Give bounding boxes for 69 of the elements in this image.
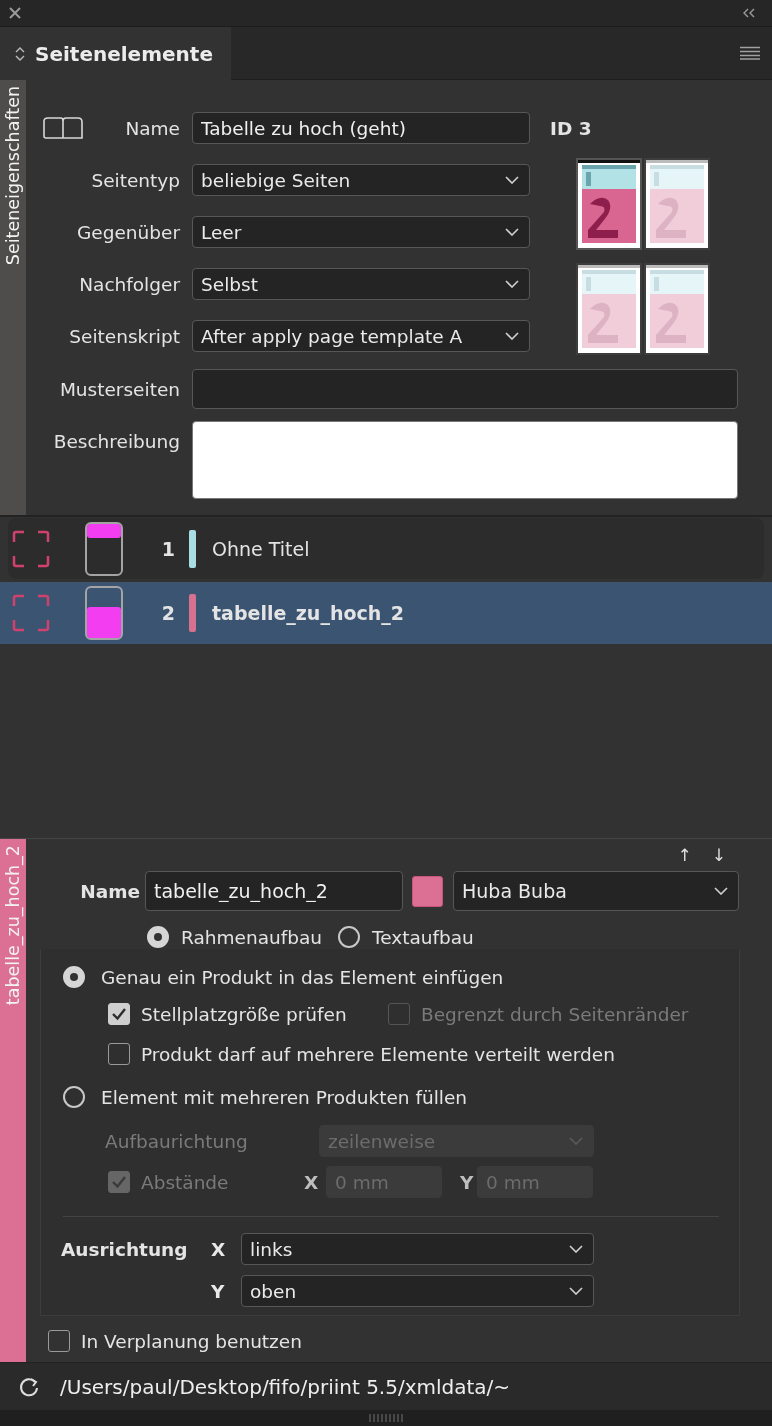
field-label: Name xyxy=(125,117,180,139)
move-up-button[interactable]: ↑ xyxy=(673,843,696,867)
checkbox[interactable] xyxy=(48,1330,70,1352)
radio-label: Element mit mehreren Produkten füllen xyxy=(101,1086,468,1108)
page-thumbnail[interactable] xyxy=(578,160,640,248)
dropdown[interactable]: oben xyxy=(241,1275,594,1307)
field-label: Ausrichtung xyxy=(61,1238,189,1260)
chevron-icon xyxy=(569,1137,583,1145)
path-text: /Users/paul/Desktop/fifo/priint 5.5/xmldata/~ xyxy=(60,1374,511,1399)
close-icon[interactable] xyxy=(8,6,22,20)
axis-label: X xyxy=(304,1171,320,1193)
list-row[interactable]: 1 Ohne Titel xyxy=(8,518,764,579)
chevron-icon xyxy=(505,228,519,236)
radio-button[interactable] xyxy=(63,1086,85,1108)
field-label: Musterseiten xyxy=(59,378,180,400)
move-down-button[interactable]: ↓ xyxy=(707,843,730,867)
axis-label: X xyxy=(211,1238,227,1260)
field-label: Nachfolger xyxy=(79,273,180,295)
chevron-icon xyxy=(569,1245,583,1253)
chevron-icon xyxy=(714,887,728,895)
panel-tab[interactable]: Seitenelemente xyxy=(0,27,231,80)
radio-button[interactable] xyxy=(63,966,85,988)
axis-label: Y xyxy=(460,1171,475,1193)
dropdown[interactable]: Huba Buba xyxy=(453,871,739,911)
dropdown[interactable]: After apply page template A xyxy=(192,320,530,352)
field-label: Name xyxy=(79,880,140,902)
book-icon xyxy=(42,116,84,140)
chevron-icon xyxy=(505,280,519,288)
field-label: Seitentyp xyxy=(91,169,180,191)
list-row[interactable]: 2 tabelle_zu_hoch_2 xyxy=(0,582,772,644)
field-label: Beschreibung xyxy=(53,431,180,452)
radio-label: Textaufbau xyxy=(372,926,474,948)
field-label: Aufbaurichtung xyxy=(105,1130,249,1152)
dropdown[interactable]: Leer xyxy=(192,216,530,248)
color-swatch[interactable] xyxy=(412,875,443,907)
id-label: ID 3 xyxy=(550,116,593,141)
radio-label: Rahmenaufbau xyxy=(181,926,323,948)
resize-grip-icon[interactable] xyxy=(368,1414,404,1422)
collapse-icon[interactable] xyxy=(742,8,756,18)
dropdown[interactable]: links xyxy=(241,1233,594,1265)
menu-icon[interactable] xyxy=(740,46,760,60)
field-label: Seitenskript xyxy=(69,325,180,347)
radio-button[interactable] xyxy=(147,926,169,948)
axis-label: Y xyxy=(211,1280,226,1302)
radio-label: Genau ein Produkt in das Element einfügen xyxy=(101,966,504,988)
dropdown[interactable]: Selbst xyxy=(192,268,530,300)
text-field[interactable]: Tabelle zu hoch (geht) xyxy=(192,112,530,144)
frame-icon xyxy=(12,529,50,568)
updown-icon xyxy=(15,45,25,62)
field-label: Gegenüber xyxy=(76,221,180,243)
text-field[interactable]: tabelle_zu_hoch_2 xyxy=(145,871,403,911)
dropdown[interactable]: beliebige Seiten xyxy=(192,164,530,196)
text-field[interactable] xyxy=(192,369,738,409)
chevron-icon xyxy=(569,1287,583,1295)
checkbox-label: Stellplatzgröße prüfen xyxy=(141,1003,347,1025)
text-area[interactable] xyxy=(192,421,738,499)
chevron-icon xyxy=(505,176,519,184)
chevron-icon xyxy=(505,332,519,340)
page-thumbnail[interactable] xyxy=(646,265,708,353)
checkbox-label: Produkt darf auf mehrere Elemente verteilt werden xyxy=(141,1043,615,1065)
page-thumbnail[interactable] xyxy=(578,265,640,353)
checkbox-label: Begrenzt durch Seitenränder xyxy=(421,1003,689,1025)
checkbox-label: Abstände xyxy=(141,1171,229,1193)
checkbox-label: In Verplanung benutzen xyxy=(81,1330,302,1352)
refresh-icon[interactable] xyxy=(18,1375,40,1398)
checkbox[interactable] xyxy=(108,1043,130,1065)
side-tab[interactable]: Seiteneigenschaften xyxy=(0,80,26,515)
frame-icon xyxy=(12,594,50,632)
page-thumbnail[interactable] xyxy=(646,160,708,248)
